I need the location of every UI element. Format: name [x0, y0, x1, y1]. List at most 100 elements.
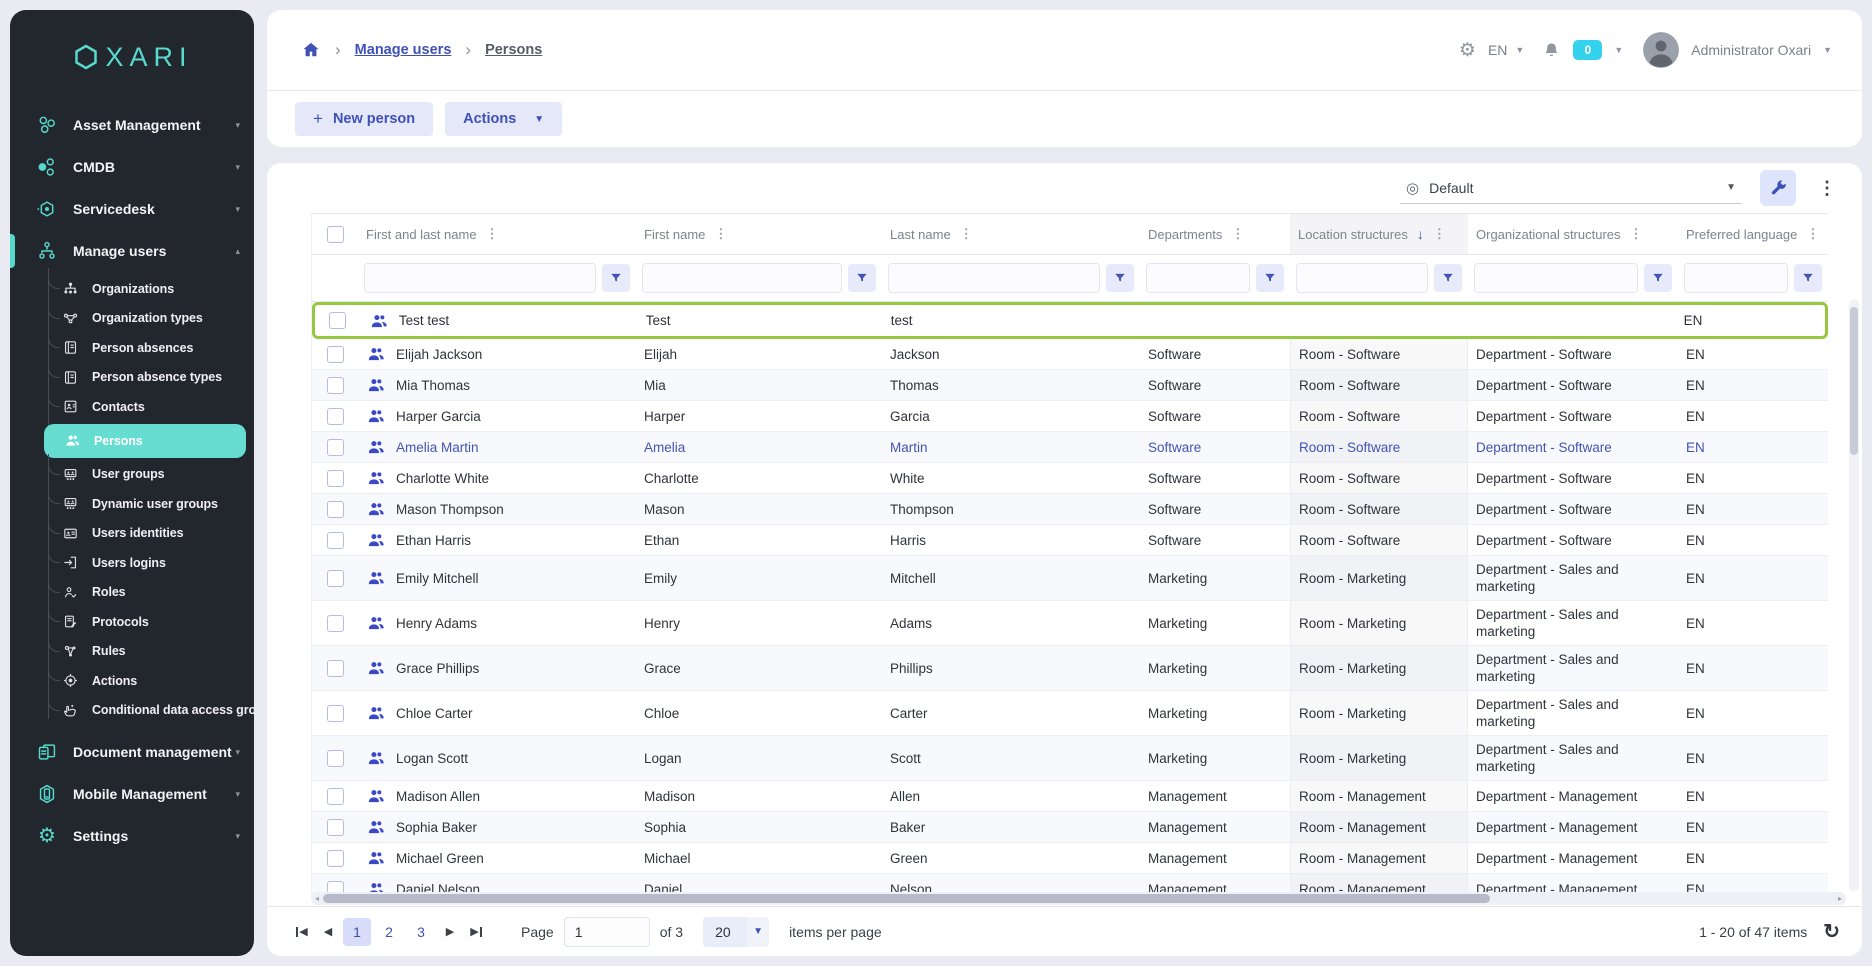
page-number-input[interactable]	[564, 917, 650, 947]
table-row[interactable]: Chloe CarterChloeCarterMarketingRoom - M…	[312, 691, 1828, 736]
table-row[interactable]: Mia ThomasMiaThomasSoftwareRoom - Softwa…	[312, 370, 1828, 401]
user-menu[interactable]: Administrator Oxari	[1691, 42, 1811, 58]
breadcrumb-current-persons[interactable]: Persons	[485, 42, 542, 58]
filter-button-last_name[interactable]	[1106, 264, 1134, 292]
sidebar-section-document-management[interactable]: Document management▾	[10, 731, 254, 773]
table-row[interactable]: Ethan HarrisEthanHarrisSoftwareRoom - So…	[312, 525, 1828, 556]
sidebar-section-servicedesk[interactable]: Servicedesk▾	[10, 188, 254, 230]
sidebar-item-person-absence-types[interactable]: Person absence types	[10, 363, 254, 393]
sidebar-item-actions[interactable]: Actions	[10, 666, 254, 696]
filter-button-location_structures[interactable]	[1434, 264, 1462, 292]
sidebar-item-conditional-data-access-groups[interactable]: Conditional data access groups	[10, 696, 254, 726]
row-checkbox[interactable]	[327, 439, 344, 456]
row-checkbox[interactable]	[327, 501, 344, 518]
column-header-last_name[interactable]: Last name⋮	[882, 214, 1140, 254]
sidebar-item-organization-types[interactable]: Organization types	[10, 304, 254, 334]
kebab-menu-icon[interactable]: ⋮	[1814, 178, 1840, 199]
sidebar-section-cmdb[interactable]: CMDB▾	[10, 146, 254, 188]
row-checkbox[interactable]	[327, 660, 344, 677]
column-menu-icon[interactable]: ⋮	[960, 226, 973, 242]
table-row[interactable]: Mason ThompsonMasonThompsonSoftwareRoom …	[312, 494, 1828, 525]
bell-icon[interactable]	[1542, 41, 1561, 60]
table-row[interactable]: Emily MitchellEmilyMitchellMarketingRoom…	[312, 556, 1828, 601]
row-checkbox[interactable]	[327, 615, 344, 632]
filter-input-full_name[interactable]	[364, 263, 596, 293]
refresh-icon[interactable]: ↻	[1823, 922, 1840, 942]
row-checkbox[interactable]	[327, 377, 344, 394]
filter-input-last_name[interactable]	[888, 263, 1100, 293]
vertical-scrollbar-thumb[interactable]	[1850, 307, 1858, 455]
filter-input-preferred_language[interactable]	[1684, 263, 1788, 293]
language-dropdown[interactable]: EN ▼	[1488, 42, 1524, 58]
row-checkbox[interactable]	[327, 570, 344, 587]
breadcrumb-link-manage-users[interactable]: Manage users	[355, 42, 452, 58]
page-button-3[interactable]: 3	[407, 918, 435, 946]
table-row[interactable]: Amelia MartinAmeliaMartinSoftwareRoom - …	[312, 432, 1828, 463]
last-page-button[interactable]: ▶	[463, 919, 489, 945]
row-checkbox[interactable]	[327, 346, 344, 363]
page-button-2[interactable]: 2	[375, 918, 403, 946]
table-row[interactable]: Charlotte WhiteCharlotteWhiteSoftwareRoo…	[312, 463, 1828, 494]
column-menu-icon[interactable]: ⋮	[714, 226, 727, 242]
first-page-button[interactable]: ◀	[289, 919, 315, 945]
chevron-down-icon[interactable]: ▼	[1823, 45, 1832, 55]
table-row[interactable]: Sophia BakerSophiaBakerManagementRoom - …	[312, 812, 1828, 843]
column-header-departments[interactable]: Departments⋮	[1140, 214, 1290, 254]
filter-input-first_name[interactable]	[642, 263, 842, 293]
column-menu-icon[interactable]: ⋮	[1231, 226, 1244, 242]
avatar[interactable]	[1643, 32, 1679, 68]
select-all-checkbox[interactable]	[327, 226, 344, 243]
table-row-highlighted[interactable]: Test testTesttestEN	[312, 302, 1828, 339]
chevron-down-icon[interactable]: ▼	[1614, 45, 1623, 55]
sidebar-item-organizations[interactable]: Organizations	[10, 274, 254, 304]
sidebar-item-users-identities[interactable]: Users identities	[10, 519, 254, 549]
column-header-organizational_structures[interactable]: Organizational structures⋮	[1468, 214, 1678, 254]
row-checkbox[interactable]	[327, 408, 344, 425]
page-button-1[interactable]: 1	[343, 918, 371, 946]
column-menu-icon[interactable]: ⋮	[486, 226, 499, 242]
page-size-select[interactable]: 20 ▼	[703, 917, 769, 947]
sidebar-item-person-absences[interactable]: Person absences	[10, 333, 254, 363]
sidebar-item-user-groups[interactable]: User groups	[10, 460, 254, 490]
actions-dropdown-button[interactable]: Actions ▼	[445, 102, 562, 136]
sidebar-section-settings[interactable]: ⚙Settings▾	[10, 815, 254, 857]
vertical-scrollbar[interactable]	[1849, 299, 1859, 891]
sidebar-section-manage-users[interactable]: Manage users▴	[10, 230, 254, 272]
table-row[interactable]: Madison AllenMadisonAllenManagementRoom …	[312, 781, 1828, 812]
wrench-button[interactable]	[1760, 170, 1796, 206]
sidebar-item-roles[interactable]: Roles	[10, 578, 254, 608]
row-checkbox[interactable]	[327, 750, 344, 767]
table-row[interactable]: Elijah JacksonElijahJacksonSoftwareRoom …	[312, 339, 1828, 370]
column-menu-icon[interactable]: ⋮	[1630, 226, 1643, 242]
filter-button-preferred_language[interactable]	[1794, 264, 1822, 292]
horizontal-scrollbar-thumb[interactable]	[323, 894, 1490, 903]
column-header-full_name[interactable]: First and last name⋮	[358, 214, 636, 254]
table-row[interactable]: Logan ScottLoganScottMarketingRoom - Mar…	[312, 736, 1828, 781]
column-header-location_structures[interactable]: Location structures↓⋮	[1290, 214, 1468, 254]
filter-button-first_name[interactable]	[848, 264, 876, 292]
previous-page-button[interactable]: ◀	[315, 919, 341, 945]
sidebar-section-mobile-management[interactable]: Mobile Management▾	[10, 773, 254, 815]
gear-icon[interactable]: ⚙	[1459, 39, 1476, 62]
horizontal-scrollbar[interactable]: ◂ ▸	[311, 892, 1846, 905]
scroll-left-icon[interactable]: ◂	[311, 894, 323, 903]
row-checkbox[interactable]	[327, 705, 344, 722]
view-select[interactable]: ◎ Default ▼	[1400, 173, 1742, 204]
sidebar-section-asset-management[interactable]: Asset Management▾	[10, 104, 254, 146]
table-row[interactable]: Harper GarciaHarperGarciaSoftwareRoom - …	[312, 401, 1828, 432]
filter-input-location_structures[interactable]	[1296, 263, 1428, 293]
column-header-preferred_language[interactable]: Preferred language⋮	[1678, 214, 1828, 254]
filter-button-departments[interactable]	[1256, 264, 1284, 292]
sidebar-item-persons[interactable]: Persons	[44, 424, 246, 458]
home-icon[interactable]	[301, 40, 321, 60]
sidebar-item-users-logins[interactable]: Users logins	[10, 548, 254, 578]
sidebar-item-contacts[interactable]: Contacts	[10, 392, 254, 422]
column-menu-icon[interactable]: ⋮	[1806, 226, 1819, 242]
row-checkbox[interactable]	[327, 819, 344, 836]
scroll-right-icon[interactable]: ▸	[1834, 894, 1846, 903]
sidebar-item-dynamic-user-groups[interactable]: Dynamic user groups	[10, 489, 254, 519]
sidebar-item-protocols[interactable]: Protocols	[10, 607, 254, 637]
row-checkbox[interactable]	[327, 470, 344, 487]
table-row[interactable]: Grace PhillipsGracePhillipsMarketingRoom…	[312, 646, 1828, 691]
column-header-first_name[interactable]: First name⋮	[636, 214, 882, 254]
